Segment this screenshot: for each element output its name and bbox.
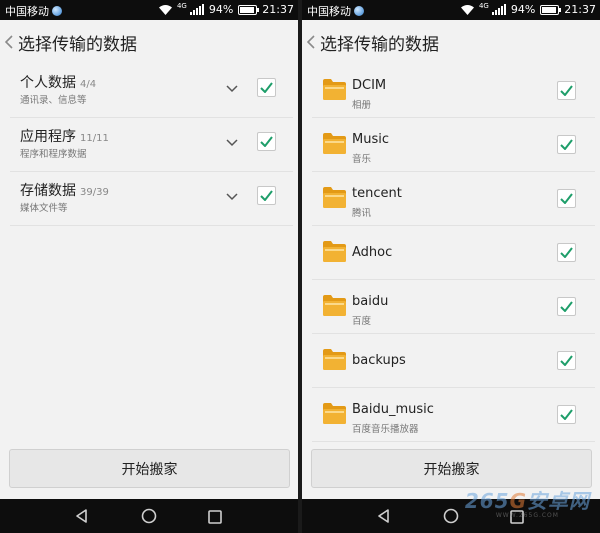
folder-row[interactable]: tencent 腾讯	[312, 172, 595, 226]
category-title: 个人数据	[20, 75, 76, 91]
folder-name: tencent	[352, 186, 402, 201]
watermark-text: 安卓网	[527, 489, 590, 513]
triangle-back-icon[interactable]	[376, 508, 392, 528]
folder-row[interactable]: Baidu_music 百度音乐播放器	[312, 388, 595, 442]
folder-icon	[322, 240, 347, 263]
signal-icon	[491, 4, 506, 15]
checkbox[interactable]	[557, 81, 576, 100]
chevron-left-icon[interactable]	[2, 32, 16, 52]
square-recent-icon[interactable]	[208, 509, 222, 528]
checkbox[interactable]	[557, 351, 576, 370]
folder-row[interactable]: Music 音乐	[312, 118, 595, 172]
folder-row[interactable]: backups	[312, 334, 595, 388]
folder-icon	[322, 402, 347, 425]
folder-icon	[322, 348, 347, 371]
wifi-icon	[158, 4, 172, 15]
chevron-down-icon[interactable]	[224, 80, 240, 96]
folder-name: Music	[352, 132, 389, 147]
page-title: 选择传输的数据	[18, 34, 137, 55]
category-count: 4/4	[80, 79, 97, 90]
left-screen: 中国移动 4G 94% 21:37 选择传输的数据 个人数据 4/4 通讯录、信息…	[0, 0, 298, 533]
folder-row[interactable]: DCIM 相册	[312, 64, 595, 118]
battery-percent: 94%	[208, 3, 234, 16]
folder-icon	[322, 132, 347, 155]
clock: 21:37	[564, 3, 596, 16]
category-count: 39/39	[80, 187, 109, 198]
wifi-icon	[460, 4, 474, 15]
folder-subtitle: 百度	[352, 316, 372, 327]
square-recent-icon[interactable]	[510, 509, 524, 528]
chevron-down-icon[interactable]	[224, 188, 240, 204]
checkbox[interactable]	[557, 405, 576, 424]
network-type: 4G	[478, 2, 489, 10]
checkbox[interactable]	[257, 132, 276, 151]
checkbox[interactable]	[557, 135, 576, 154]
folder-name: DCIM	[352, 78, 387, 93]
circle-home-icon[interactable]	[141, 508, 157, 528]
clock: 21:37	[262, 3, 294, 16]
chevron-down-icon[interactable]	[224, 134, 240, 150]
circle-home-icon[interactable]	[443, 508, 459, 528]
nav-bar: 265G安卓网 WWW.265G.COM	[302, 489, 600, 533]
category-subtitle: 媒体文件等	[20, 203, 68, 214]
checkbox[interactable]	[557, 189, 576, 208]
category-title: 应用程序	[20, 129, 76, 145]
status-bar: 中国移动 4G 94% 21:37	[0, 0, 298, 20]
folder-icon	[322, 78, 347, 101]
carrier-name: 中国移动	[307, 5, 351, 18]
category-row-personal[interactable]: 个人数据 4/4 通讯录、信息等	[10, 64, 293, 118]
category-row-storage[interactable]: 存储数据 39/39 媒体文件等	[10, 172, 293, 226]
triangle-back-icon[interactable]	[74, 508, 90, 528]
folder-list: DCIM 相册 Music 音乐 tencent 腾讯 Adhoc baidu 百度 backup…	[312, 64, 595, 442]
folder-subtitle: 相册	[352, 100, 372, 111]
folder-row[interactable]: baidu 百度	[312, 280, 595, 334]
watermark-number: 265	[464, 489, 510, 513]
checkbox[interactable]	[257, 186, 276, 205]
globe-icon	[52, 6, 62, 16]
checkbox[interactable]	[257, 78, 276, 97]
page-title: 选择传输的数据	[320, 34, 439, 55]
folder-icon	[322, 294, 347, 317]
chevron-left-icon[interactable]	[304, 32, 318, 52]
site-watermark: 265G安卓网 WWW.265G.COM	[465, 485, 590, 519]
folder-icon	[322, 186, 347, 209]
category-subtitle: 通讯录、信息等	[20, 95, 87, 106]
folder-name: backups	[352, 353, 406, 368]
folder-name: Baidu_music	[352, 402, 434, 417]
right-screen: 中国移动 4G 94% 21:37 选择传输的数据 DCIM 相册 Music 音乐 t…	[302, 0, 600, 533]
folder-subtitle: 音乐	[352, 154, 372, 165]
nav-bar	[0, 499, 298, 533]
globe-icon	[354, 6, 364, 16]
folder-subtitle: 腾讯	[352, 208, 372, 219]
folder-row[interactable]: Adhoc	[312, 226, 595, 280]
data-category-list: 个人数据 4/4 通讯录、信息等 应用程序 11/11 程序和程序数据 存储数据 39…	[10, 64, 293, 226]
checkbox[interactable]	[557, 297, 576, 316]
header: 选择传输的数据	[302, 20, 600, 64]
folder-name: Adhoc	[352, 245, 393, 260]
folder-subtitle: 百度音乐播放器	[352, 424, 419, 435]
network-type: 4G	[176, 2, 187, 10]
checkbox[interactable]	[557, 243, 576, 262]
signal-icon	[189, 4, 204, 15]
folder-name: baidu	[352, 294, 389, 309]
battery-icon	[540, 4, 562, 15]
header: 选择传输的数据	[0, 20, 298, 64]
status-bar: 中国移动 4G 94% 21:37	[302, 0, 600, 20]
battery-percent: 94%	[510, 3, 536, 16]
watermark-url: WWW.265G.COM	[495, 512, 559, 519]
battery-icon	[238, 4, 260, 15]
category-subtitle: 程序和程序数据	[20, 149, 87, 160]
start-migration-button[interactable]: 开始搬家	[311, 449, 592, 488]
start-migration-button[interactable]: 开始搬家	[9, 449, 290, 488]
category-title: 存储数据	[20, 183, 76, 199]
carrier-name: 中国移动	[5, 5, 49, 18]
category-count: 11/11	[80, 133, 109, 144]
category-row-apps[interactable]: 应用程序 11/11 程序和程序数据	[10, 118, 293, 172]
